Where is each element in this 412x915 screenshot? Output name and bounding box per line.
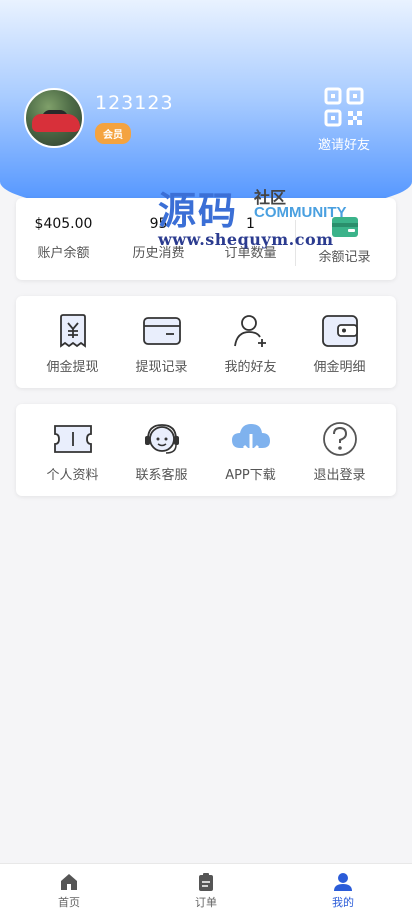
stat-orders-value: 1: [246, 216, 255, 232]
stat-history-value: 95: [149, 216, 168, 232]
invite-friends-label: 邀请好友: [317, 138, 370, 153]
tab-home-label: 首页: [58, 896, 80, 909]
stat-history[interactable]: 95 历史消费: [111, 216, 206, 261]
menu-customer-service[interactable]: 联系客服: [114, 420, 209, 483]
menu-card-account: 个人资料 联系客服 APP下载 退出登录: [16, 404, 396, 496]
order-icon: [199, 873, 213, 891]
tab-mine[interactable]: 我的: [303, 872, 383, 910]
menu-withdraw-records-label: 提现记录: [135, 360, 188, 375]
menu-personal-info-label: 个人资料: [46, 468, 99, 483]
stat-balance[interactable]: $405.00 账户余额: [16, 216, 111, 261]
menu-my-friends[interactable]: 我的好友: [203, 312, 298, 375]
avatar[interactable]: [24, 88, 84, 148]
tab-orders[interactable]: 订单: [166, 872, 246, 910]
home-icon: [61, 874, 77, 890]
tab-mine-label: 我的: [332, 896, 354, 909]
stat-history-label: 历史消费: [132, 246, 185, 261]
menu-logout[interactable]: 退出登录: [292, 420, 387, 483]
ticket-icon: [53, 425, 92, 453]
menu-customer-service-label: 联系客服: [135, 468, 188, 483]
menu-commission-details[interactable]: 佣金明细: [292, 312, 387, 375]
qr-code-icon: [324, 87, 364, 127]
balance-record-icon: [331, 217, 358, 237]
yen-receipt-icon: [59, 314, 86, 348]
avatar-car: [32, 114, 80, 132]
username: 123123: [95, 92, 174, 114]
headset-icon: [144, 424, 179, 454]
menu-my-friends-label: 我的好友: [224, 360, 277, 375]
bottom-tab-bar: 首页 订单 我的: [0, 863, 412, 915]
menu-withdraw-records[interactable]: 提现记录: [114, 312, 209, 375]
cloud-download-icon: [231, 424, 270, 456]
menu-personal-info[interactable]: 个人资料: [25, 420, 120, 483]
stat-balance-label: 账户余额: [37, 246, 90, 261]
menu-app-download-label: APP下载: [225, 468, 276, 483]
stat-orders[interactable]: 1 订单数量: [203, 216, 298, 261]
stat-divider: [295, 220, 296, 266]
stat-orders-label: 订单数量: [224, 246, 277, 261]
tab-orders-label: 订单: [195, 896, 217, 909]
stat-balance-value: $405.00: [34, 216, 93, 232]
stat-balance-records[interactable]: 余额记录: [297, 210, 392, 265]
member-badge: 会员: [95, 123, 131, 144]
stat-balance-records-label: 余额记录: [318, 250, 371, 265]
menu-commission-withdraw-label: 佣金提现: [46, 360, 99, 375]
menu-commission-withdraw[interactable]: 佣金提现: [25, 312, 120, 375]
add-friend-icon: [233, 315, 266, 347]
menu-app-download[interactable]: APP下载: [203, 420, 298, 483]
help-circle-icon: [322, 422, 357, 456]
wallet-icon: [321, 315, 358, 347]
invite-friends-button[interactable]: 邀请好友: [312, 86, 376, 153]
menu-commission-details-label: 佣金明细: [313, 360, 366, 375]
user-icon: [334, 873, 352, 891]
menu-card-finance: 佣金提现 提现记录 我的好友 佣金明细: [16, 296, 396, 388]
card-icon: [142, 317, 181, 345]
stats-card: $405.00 账户余额 95 历史消费 1 订单数量 余额记录: [16, 198, 396, 280]
tab-home[interactable]: 首页: [29, 872, 109, 910]
menu-logout-label: 退出登录: [313, 468, 366, 483]
